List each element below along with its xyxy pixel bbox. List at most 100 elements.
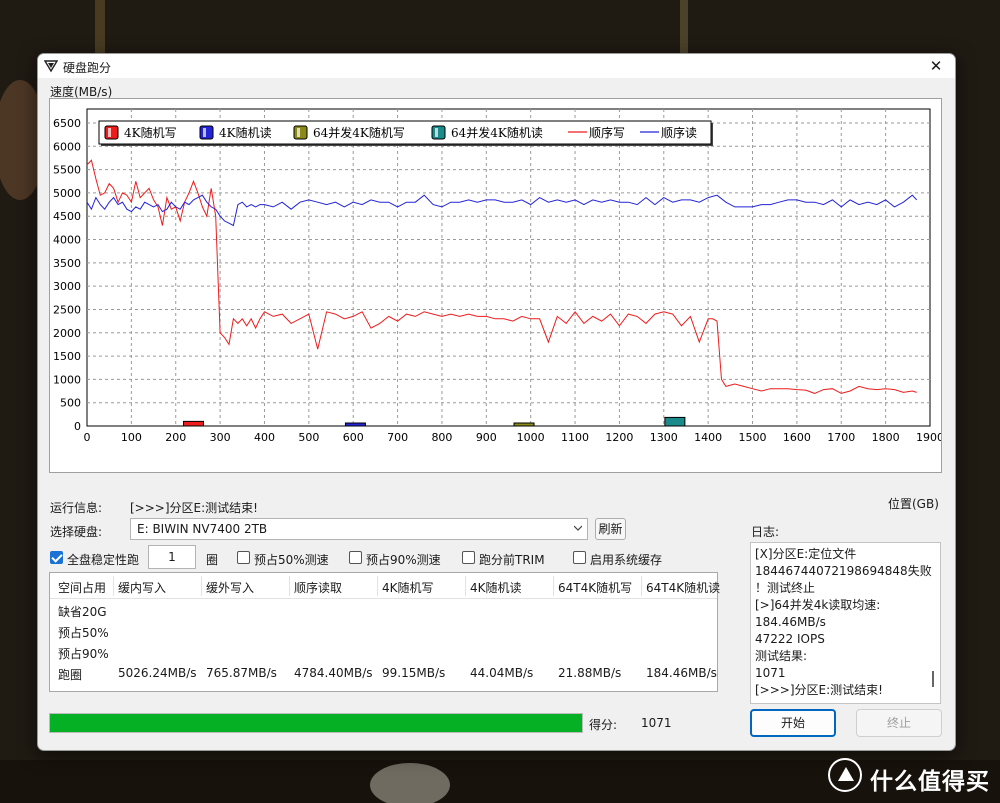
row-label-default20g: 缺省20G [58,605,107,619]
full-disk-label: 全盘稳定性跑 [67,553,140,567]
bar-mark [182,420,204,427]
y-tick-label: 0 [74,420,81,433]
column-divider [465,576,466,596]
results-table: 空间占用 缓内写入 缓外写入 顺序读取 4K随机写 4K随机读 64T4K随机写… [49,572,721,692]
column-divider [641,576,642,596]
log-line: 测试结果: [755,649,808,663]
column-divider [201,576,202,596]
window-title: 硬盘跑分 [63,61,112,75]
x-tick-label: 1500 [739,431,767,444]
score-value: 1071 [641,716,672,730]
app-icon [44,60,58,73]
y-tick-label: 3500 [53,257,81,270]
refresh-button[interactable]: 刷新 [595,518,626,540]
x-tick-label: 1400 [694,431,722,444]
cell-64t4k-read: 184.46MB/s [646,666,717,680]
legend-swatch-highlight [203,128,206,137]
x-axis-label: 位置(GB) [888,497,939,511]
full-disk-checkbox[interactable] [50,551,63,564]
legend-label: 4K随机写 [124,125,177,140]
legend-swatch [104,125,119,140]
cell-64t4k-write: 21.88MB/s [558,666,622,680]
x-tick-label: 500 [298,431,319,444]
benchmark-window: 硬盘跑分 ✕ 速度(MB/s) 0 500 1000 1500 2000 2500 3000… [37,53,956,751]
x-tick-label: 100 [121,431,142,444]
run-info-label: 运行信息: [50,501,103,515]
log-line: 184.46MB/s [755,615,826,629]
x-tick-label: 1900 [916,431,941,444]
column-header: 64T4K随机写 [558,581,633,595]
x-tick-label: 1600 [783,431,811,444]
column-divider [553,576,554,596]
prefill50-checkbox[interactable] [237,551,250,564]
legend: 4K随机写 4K随机读 64并发4K随机写 64并发4K随机读 顺序写 顺序读 [98,120,713,146]
log-line: ！测试终止 [755,581,816,595]
prefill90-option[interactable]: 预占90%测速 [349,549,449,567]
log-line: 1071 [755,666,786,680]
x-tick-label: 1700 [827,431,855,444]
legend-label: 4K随机读 [219,125,272,140]
cache-option[interactable]: 启用系统缓存 [573,549,673,567]
column-header: 缓外写入 [206,581,255,595]
y-tick-label: 6500 [53,117,81,130]
legend-label: 64并发4K随机读 [451,125,543,140]
log-panel[interactable]: [X]分区E:定位文件 18446744072198694848失败 ！测试终止… [750,542,941,704]
x-tick-label: 600 [343,431,364,444]
watermark-text: 什么值得买 [870,769,990,795]
log-line: 47222 IOPS [755,632,825,646]
disk-selected-value: E: BIWIN NV7400 2TB [137,522,268,536]
close-icon: ✕ [929,57,943,75]
column-divider [289,576,290,596]
column-header: 64T4K随机读 [646,581,721,595]
x-tick-label: 1100 [561,431,589,444]
full-disk-option[interactable]: 全盘稳定性跑 [50,549,140,567]
cache-label: 启用系统缓存 [590,553,663,567]
x-tick-label: 1000 [517,431,545,444]
prefill50-option[interactable]: 预占50%测速 [237,549,337,567]
title-bar: 硬盘跑分 ✕ [38,54,955,78]
x-tick-label: 400 [254,431,275,444]
disk-select-label: 选择硬盘: [50,525,103,539]
cache-checkbox[interactable] [573,551,586,564]
x-tick-label: 900 [476,431,497,444]
column-divider [113,576,114,596]
prefill50-label: 预占50%测速 [254,553,329,567]
bar-mark [344,422,366,427]
y-tick-label: 6000 [53,140,81,153]
trim-checkbox[interactable] [462,551,475,564]
score-label: 得分: [589,718,618,732]
cell-4k-write: 99.15MB/s [382,666,446,680]
laps-input[interactable]: 1 [148,545,196,569]
trim-label: 跑分前TRIM [479,553,545,567]
x-tick-label: 300 [210,431,231,444]
run-info-message: [>>>]分区E:测试结束! [130,501,258,515]
legend-swatch [293,125,308,140]
plot-area [86,108,931,427]
start-button[interactable]: 开始 [750,709,836,737]
log-label: 日志: [751,525,780,539]
legend-swatch-highlight [435,128,438,137]
bar-mark [513,422,535,427]
column-header: 4K随机读 [470,581,522,595]
log-scrollbar[interactable] [932,671,934,687]
prefill90-checkbox[interactable] [349,551,362,564]
y-tick-label: 1500 [53,350,81,363]
x-tick-label: 700 [387,431,408,444]
trim-option[interactable]: 跑分前TRIM [462,549,562,567]
cell-4k-read: 44.04MB/s [470,666,534,680]
y-tick-label: 2500 [53,303,81,316]
disk-dropdown[interactable]: E: BIWIN NV7400 2TB [130,518,588,540]
speed-chart: 0 500 1000 1500 2000 2500 3000 3500 4000 4500 5000… [49,98,942,473]
progress-fill [50,714,582,732]
y-tick-label: 500 [60,397,81,410]
stop-button: 终止 [856,709,942,737]
y-tick-label: 4500 [53,210,81,223]
watermark-logo-icon [828,758,862,792]
close-button[interactable]: ✕ [921,55,951,77]
column-header: 顺序读取 [294,581,343,595]
row-label-prefill90: 预占90% [58,647,109,661]
x-tick-label: 800 [431,431,452,444]
column-header: 4K随机写 [382,581,434,595]
log-line: 18446744072198694848失败 [755,564,932,578]
bar-mark [664,416,686,427]
